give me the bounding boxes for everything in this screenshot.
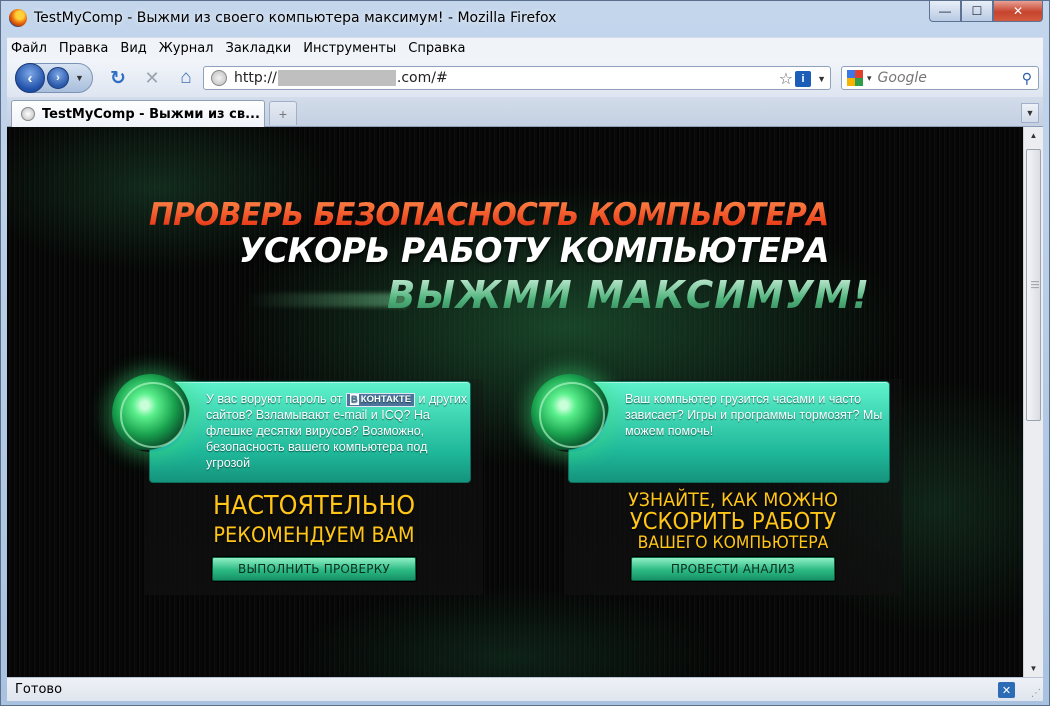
menu-help[interactable]: Справка	[402, 41, 471, 56]
back-arrow-icon: ‹	[27, 69, 33, 87]
resize-grip-icon[interactable]: ⋰	[1031, 688, 1041, 699]
minimize-button[interactable]: —	[929, 1, 961, 22]
address-bar[interactable]: http:// .com/# ☆ i ▼	[203, 66, 831, 90]
maximize-button[interactable]: ☐	[961, 1, 993, 22]
headline-maximum: ВЫЖМИ МАКСИМУМ!	[387, 273, 871, 317]
close-button[interactable]: ✕	[993, 1, 1043, 22]
scrollbar-grip-icon: — — —	[1031, 277, 1039, 292]
menu-history[interactable]: Журнал	[153, 41, 220, 56]
reload-icon[interactable]: ↻	[103, 63, 133, 93]
history-dropdown-icon[interactable]: ▼	[75, 73, 84, 83]
navigation-toolbar: ‹ › ▼ ↻ ✕ ⌂ http:// .com/# ☆ i ▼ ▾ Googl…	[7, 59, 1043, 97]
green-orb-icon	[112, 374, 190, 452]
menu-file[interactable]: Файл	[7, 41, 53, 56]
speed-cta-line2: УСКОРИТЬ РАБОТУ	[629, 509, 837, 535]
speed-description: Ваш компьютер грузится часами и часто за…	[625, 392, 883, 438]
window-title: TestMyComp - Выжми из своего компьютера …	[34, 9, 557, 26]
back-button[interactable]: ‹	[15, 63, 45, 93]
menu-tools[interactable]: Инструменты	[297, 41, 402, 56]
stop-icon[interactable]: ✕	[137, 63, 167, 93]
page-info-icon[interactable]: i	[795, 71, 812, 87]
tab-testmycomp[interactable]: TestMyComp - Выжми из св...	[11, 100, 265, 127]
forward-button[interactable]: ›	[47, 67, 69, 89]
scroll-down-icon[interactable]: ▼	[1024, 660, 1043, 677]
site-identity-icon[interactable]	[211, 70, 227, 86]
menu-bookmarks[interactable]: Закладки	[220, 41, 298, 56]
speed-info-box: Ваш компьютер грузится часами и часто за…	[531, 374, 890, 483]
page-content: ПРОВЕРЬ БЕЗОПАСНОСТЬ КОМПЬЮТЕРА УСКОРЬ Р…	[7, 127, 1023, 677]
menu-view[interactable]: Вид	[114, 41, 152, 56]
run-analysis-button[interactable]: ПРОВЕСТИ АНАЛИЗ	[631, 557, 835, 581]
plus-icon: +	[278, 105, 288, 122]
back-forward-group: ‹ › ▼	[15, 63, 93, 93]
search-engine-dropdown-icon[interactable]: ▾	[867, 73, 872, 84]
headline-speed: УСКОРЬ РАБОТУ КОМПЬЮТЕРА	[239, 231, 830, 271]
speed-cta-line1: УЗНАЙТЕ, КАК МОЖНО	[628, 489, 838, 511]
browser-window: TestMyComp - Выжми из своего компьютера …	[0, 0, 1050, 706]
security-panel: У вас воруют пароль от B КОНТАКТЕ и други…	[112, 374, 483, 595]
headline-streak	[247, 293, 407, 307]
green-orb-icon	[531, 374, 609, 452]
window-controls: — ☐ ✕	[929, 1, 1043, 22]
vkontakte-logo: B КОНТАКТЕ	[345, 393, 416, 407]
speed-cta-line3: ВАШЕГО КОМПЬЮТЕРА	[637, 533, 829, 553]
vk-b-letter: B	[349, 394, 359, 405]
search-icon[interactable]: ⚲	[1022, 70, 1032, 87]
url-redacted-block	[277, 70, 396, 86]
url-suffix: .com/#	[396, 70, 448, 86]
home-icon[interactable]: ⌂	[171, 63, 201, 93]
status-text: Готово	[15, 682, 63, 697]
speed-panel: Ваш компьютер грузится часами и часто за…	[531, 374, 902, 595]
address-bar-actions: ☆ i ▼	[779, 69, 826, 89]
vertical-scrollbar[interactable]: ▲ — — — ▼	[1023, 127, 1043, 677]
tab-favicon-icon	[21, 107, 35, 121]
menu-bar: Файл Правка Вид Журнал Закладки Инструме…	[7, 37, 1043, 59]
title-bar[interactable]: TestMyComp - Выжми из своего компьютера …	[1, 1, 1049, 34]
security-text-1: У вас воруют пароль от	[206, 392, 346, 406]
search-bar: ▾ ⚲	[841, 66, 1039, 90]
run-check-button[interactable]: ВЫПОЛНИТЬ ПРОВЕРКУ	[212, 557, 416, 581]
bookmark-star-icon[interactable]: ☆	[779, 69, 793, 89]
headline-security: ПРОВЕРЬ БЕЗОПАСНОСТЬ КОМПЬЮТЕРА	[149, 197, 829, 233]
security-description: У вас воруют пароль от B КОНТАКТЕ и други…	[206, 391, 474, 471]
url-text[interactable]: http:// .com/#	[234, 70, 448, 86]
firefox-logo-icon	[9, 8, 27, 27]
url-prefix: http://	[234, 70, 277, 86]
security-info-box: У вас воруют пароль от B КОНТАКТЕ и други…	[112, 374, 474, 483]
security-cta-line2: РЕКОМЕНДУЕМ ВАМ	[213, 523, 415, 547]
tab-list-button[interactable]: ▼	[1021, 103, 1039, 123]
url-dropdown-icon[interactable]: ▼	[817, 74, 826, 84]
new-tab-button[interactable]: +	[269, 101, 297, 125]
scroll-up-icon[interactable]: ▲	[1024, 127, 1043, 144]
security-cta-line1: НАСТОЯТЕЛЬНО	[212, 491, 416, 521]
scrollbar-thumb[interactable]: — — —	[1026, 149, 1041, 421]
addon-status-icon[interactable]: ✕	[998, 682, 1015, 698]
google-engine-icon[interactable]	[847, 70, 863, 86]
tab-label: TestMyComp - Выжми из св...	[42, 106, 260, 122]
tab-bar: TestMyComp - Выжми из св... + ▼	[7, 97, 1043, 127]
vk-badge-text: КОНТАКТЕ	[360, 394, 412, 405]
menu-edit[interactable]: Правка	[53, 41, 114, 56]
status-bar: Готово ✕ ⋰	[7, 677, 1043, 701]
forward-arrow-icon: ›	[56, 72, 60, 84]
search-input[interactable]	[877, 70, 1018, 86]
